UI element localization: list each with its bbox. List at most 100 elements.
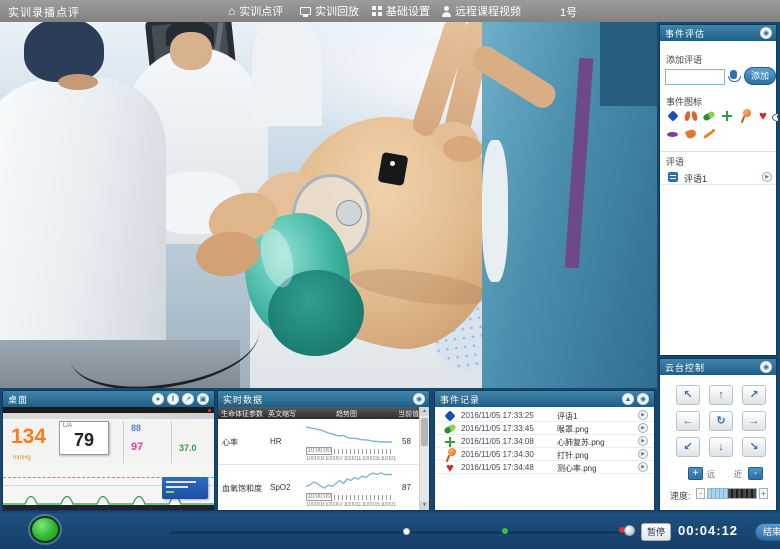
table-row[interactable]: 心率 HR 10:00:00 10:00:03 10:00:07 10:00:1… bbox=[218, 419, 419, 465]
event-action-button[interactable]: ▶ bbox=[638, 423, 648, 433]
nurse-right-shirt bbox=[482, 140, 508, 282]
event-row[interactable]: ♥ 2016/11/05 17:34:48 测心率.png ▶ bbox=[435, 461, 654, 474]
ptz-left-button[interactable]: ← bbox=[676, 411, 700, 431]
menu-label-playback: 实训回放 bbox=[315, 3, 359, 19]
realtime-menu-icon[interactable]: ◉ bbox=[413, 393, 425, 405]
menu-item-remote-video[interactable]: 远程课程视频 bbox=[442, 3, 521, 19]
remote-taskbar bbox=[3, 505, 214, 510]
axis-tick-labels: 10:00:03 10:00:07 10:00:11 10:00:15 10:0… bbox=[306, 502, 396, 508]
menu-label-remote-video: 远程课程视频 bbox=[455, 3, 521, 19]
menu-item-playback[interactable]: 实训回放 bbox=[300, 3, 359, 19]
panel-menu-icon[interactable]: ◉ bbox=[760, 27, 772, 39]
timeline-handle[interactable] bbox=[624, 525, 635, 536]
remote-desktop-view[interactable]: 134 L/A 79 mmHg 88 97 37.0 bbox=[3, 407, 214, 510]
fullscreen-icon[interactable]: ↗ bbox=[182, 393, 194, 405]
lips-icon[interactable] bbox=[666, 127, 680, 141]
desktop-panel: 桌面 ● ‖ ↗ ▣ 134 L/A 79 mmHg 88 97 37.0 bbox=[2, 390, 215, 511]
resp-value: 88 bbox=[131, 423, 141, 433]
nurse-right-shoulder bbox=[600, 22, 657, 106]
diamond-icon[interactable] bbox=[666, 109, 680, 123]
table-row[interactable]: 血氧饱和度 SpO2 10:00:00 10:00:03 10:00:07 10… bbox=[218, 465, 419, 510]
divider bbox=[660, 151, 776, 152]
snapshot-icon[interactable]: ◉ bbox=[637, 393, 649, 405]
timeline-track[interactable] bbox=[170, 531, 632, 534]
microphone-icon[interactable] bbox=[730, 70, 737, 79]
ptz-header: 云台控制 ◉ bbox=[660, 359, 776, 375]
event-action-button[interactable]: ▶ bbox=[638, 449, 648, 459]
ptz-up-left-button[interactable]: ↖ bbox=[676, 385, 700, 405]
near-label: 近 bbox=[734, 469, 742, 480]
ptz-down-left-button[interactable]: ↙ bbox=[676, 437, 700, 457]
sensor-led bbox=[390, 161, 395, 166]
popup-text-line bbox=[166, 481, 196, 483]
scroll-down-icon[interactable]: ▼ bbox=[420, 501, 429, 510]
pause-icon[interactable]: ‖ bbox=[167, 393, 179, 405]
event-eval-title: 事件评估 bbox=[665, 27, 705, 40]
arm-icon[interactable] bbox=[684, 127, 698, 141]
event-name: 评语1 bbox=[557, 411, 577, 422]
axis-range-box[interactable]: 10:00:00 bbox=[306, 447, 332, 455]
speed-bar[interactable] bbox=[707, 488, 757, 499]
bvm-valve bbox=[336, 200, 362, 226]
vertical-scrollbar[interactable]: ▲ ▼ bbox=[419, 407, 429, 510]
comment-list-item[interactable]: 评语1 ▶ bbox=[660, 169, 776, 185]
chest-sensor bbox=[378, 152, 409, 186]
pin-icon[interactable] bbox=[738, 109, 752, 123]
ptz-right-button[interactable]: → bbox=[742, 411, 766, 431]
eject-icon[interactable]: ▲ bbox=[622, 393, 634, 405]
event-time: 2016/11/05 17:33:45 bbox=[461, 424, 534, 433]
ptz-up-right-button[interactable]: ↗ bbox=[742, 385, 766, 405]
scrollbar-thumb[interactable] bbox=[421, 418, 428, 446]
ptz-reset-button[interactable]: ↻ bbox=[709, 411, 733, 431]
comment-action-button[interactable]: ▶ bbox=[762, 172, 772, 182]
record-icon[interactable]: ● bbox=[152, 393, 164, 405]
ptz-menu-icon[interactable]: ◉ bbox=[760, 361, 772, 373]
syringe-icon[interactable] bbox=[702, 127, 716, 141]
far-label: 远 bbox=[707, 469, 715, 480]
event-name: 喉罩.png bbox=[557, 424, 589, 435]
menu-item-review[interactable]: ⌂ 实训点评 bbox=[228, 3, 283, 19]
ptz-down-right-button[interactable]: ↘ bbox=[742, 437, 766, 457]
col-value: 当前值 bbox=[398, 409, 419, 419]
nibp-value: 134 bbox=[11, 425, 46, 449]
event-action-button[interactable]: ▶ bbox=[638, 436, 648, 446]
event-row[interactable]: 2016/11/05 17:33:45 喉罩.png ▶ bbox=[435, 422, 654, 435]
event-icon-grid: ♥ bbox=[664, 109, 778, 147]
ptz-panel: 云台控制 ◉ ↖ ↑ ↗ ← ↻ → ↙ ↓ ↘ + 远 近 - 速度: - + bbox=[659, 358, 777, 511]
param-abbr: HR bbox=[270, 437, 282, 446]
timeline-marker-white[interactable] bbox=[403, 528, 410, 535]
top-menubar: 实训录播点评 ⌂ 实训点评 实训回放 基础设置 远程课程视频 1号 bbox=[0, 0, 780, 22]
speed-minus-button[interactable]: - bbox=[696, 488, 705, 499]
heart-icon[interactable]: ♥ bbox=[756, 109, 770, 123]
ptz-up-button[interactable]: ↑ bbox=[709, 385, 733, 405]
event-time: 2016/11/05 17:34:30 bbox=[461, 450, 534, 459]
comment-input[interactable] bbox=[665, 69, 725, 85]
divider bbox=[123, 421, 124, 463]
event-row[interactable]: 2016/11/05 17:34:08 心肺复苏.png ▶ bbox=[435, 435, 654, 448]
lungs-icon[interactable] bbox=[684, 109, 698, 123]
ptz-down-button[interactable]: ↓ bbox=[709, 437, 733, 457]
camera-icon[interactable]: ▣ bbox=[197, 393, 209, 405]
axis-range-box[interactable]: 10:00:00 bbox=[306, 493, 332, 501]
eye-icon[interactable] bbox=[772, 109, 778, 123]
end-button[interactable]: 结束 bbox=[755, 523, 780, 541]
monitor-values-area: 134 L/A 79 mmHg 88 97 37.0 bbox=[3, 419, 214, 465]
event-row[interactable]: 2016/11/05 17:33:25 评语1 ▶ bbox=[435, 409, 654, 422]
event-time: 2016/11/05 17:34:08 bbox=[461, 437, 534, 446]
zoom-out-button[interactable]: - bbox=[748, 467, 763, 480]
timeline-marker-green[interactable] bbox=[502, 528, 508, 534]
scroll-up-icon[interactable]: ▲ bbox=[420, 407, 429, 416]
cross-icon[interactable] bbox=[720, 109, 734, 123]
zoom-in-button[interactable]: + bbox=[688, 467, 703, 480]
param-abbr: SpO2 bbox=[270, 483, 290, 492]
event-action-button[interactable]: ▶ bbox=[638, 410, 648, 420]
add-comment-button[interactable]: 添加 bbox=[744, 67, 776, 85]
menu-item-settings[interactable]: 基础设置 bbox=[372, 3, 430, 19]
speed-slider[interactable]: - + bbox=[696, 488, 770, 499]
pause-button[interactable]: 暂停 bbox=[641, 523, 671, 541]
event-action-button[interactable]: ▶ bbox=[638, 462, 648, 472]
event-row[interactable]: 2016/11/05 17:34:30 打针.png ▶ bbox=[435, 448, 654, 461]
live-video-feed[interactable] bbox=[0, 22, 657, 388]
capsule-icon[interactable] bbox=[702, 109, 716, 123]
speed-plus-button[interactable]: + bbox=[759, 488, 768, 499]
